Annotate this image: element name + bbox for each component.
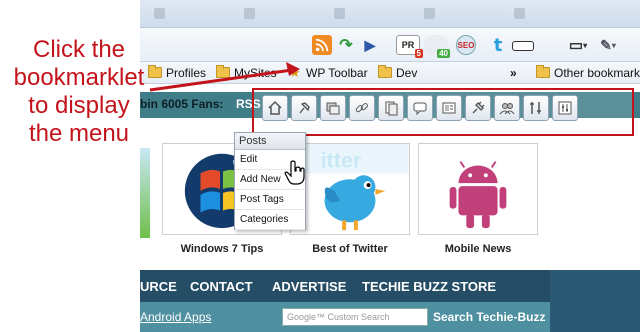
annotation-line: the menu [28,120,130,147]
fans-counter-badge[interactable]: 40 [424,35,450,58]
pages-icon[interactable] [378,95,404,121]
bookmark-label: Dev [396,66,418,80]
pagerank-badge[interactable]: PR 5 [396,35,423,58]
folder-icon [536,65,550,78]
thumbnail-partial[interactable] [140,148,150,238]
menu-item-post-tags[interactable]: Post Tags [235,190,305,210]
nav-item-store[interactable]: TECHIE BUZZ STORE [362,279,496,294]
thumbnail-caption[interactable]: Windows 7 Tips [162,243,282,255]
ruler-icon[interactable] [512,41,534,51]
link-icon[interactable] [349,95,375,121]
settings-icon[interactable] [552,95,578,121]
refresh-icon[interactable]: ↷ [336,35,356,55]
site-nav-bar: URCE CONTACT ADVERTISE TECHIE BUZZ STORE [140,270,550,302]
annotation-text: Click the bookmarklet to display the men… [4,36,154,148]
browser-tab[interactable] [150,3,240,25]
menu-title: Posts [235,133,305,150]
wp-toolbar [262,92,628,124]
bookmark-folder-dev[interactable]: Dev [378,65,417,81]
bookmark-folder-profiles[interactable]: Profiles [148,65,206,81]
comments-icon[interactable] [407,95,433,121]
bookmarks-bar: Profiles MySites ★ WP Toolbar Dev » Othe… [140,62,640,84]
browser-tab[interactable] [330,3,420,25]
twitter-icon[interactable]: t [488,35,508,56]
nav-item-resource[interactable]: URCE [140,279,177,294]
folder-icon [378,65,392,78]
annotation-line: bookmarklet [13,64,145,91]
fans-badge-value: 40 [437,49,450,58]
annotation-line: to display [28,92,130,119]
search-input[interactable]: Google™ Custom Search [282,308,428,326]
seo-label: SEO [457,40,475,50]
thumbnail-caption[interactable]: Best of Twitter [290,243,410,255]
twitter-bird: itter [291,144,409,231]
site-sub-bar: Android Apps Google™ Custom Search Searc… [140,302,550,332]
browser-tab-strip [140,0,640,28]
tools-icon[interactable] [523,95,549,121]
users-icon[interactable] [494,95,520,121]
media-icon[interactable] [320,95,346,121]
bookmark-folder-other[interactable]: Other bookmarks [536,65,640,81]
bookmarks-overflow-chevron[interactable]: » [510,65,517,81]
thumbnail-android[interactable] [418,143,538,235]
thumbnail-twitter[interactable]: itter [290,143,410,235]
menu-item-categories[interactable]: Categories [235,210,305,230]
wrench-menu-icon[interactable]: ✎ ▾ [598,35,618,55]
plugins-icon[interactable] [465,95,491,121]
pin-icon[interactable] [291,95,317,121]
overflow-chevron-label: » [510,66,517,80]
play-icon[interactable]: ▶ [360,35,380,55]
nav-item-advertise[interactable]: ADVERTISE [272,279,346,294]
home-icon[interactable] [262,95,288,121]
pagerank-value: 5 [414,49,423,58]
annotation-line: Click the [32,36,126,63]
bookmarklet-wp-toolbar[interactable]: ★ WP Toolbar [288,65,368,81]
browser-toolbar: ↷ ▶ PR 5 40 SEO t ▭ ▾ ✎ ▾ [140,28,640,62]
bookmark-label: WP Toolbar [306,66,368,80]
bookmark-label: Other bookmarks [554,66,640,80]
rss-icon[interactable] [312,35,332,55]
appearance-icon[interactable] [436,95,462,121]
android-apps-link[interactable]: Android Apps [140,310,211,324]
svg-text:itter: itter [321,148,362,172]
pagerank-label: PR [401,40,415,50]
nav-item-contact[interactable]: CONTACT [190,279,253,294]
thumbnail-caption[interactable]: Mobile News [418,243,538,255]
browser-tab[interactable] [240,3,330,25]
bookmark-label: Profiles [166,66,207,80]
star-bookmark-icon: ★ [289,65,301,80]
bookmark-folder-mysites[interactable]: MySites [216,65,277,81]
seo-icon[interactable]: SEO [456,35,476,55]
search-button[interactable]: Search Techie-Buzz [433,310,545,324]
page-menu-icon[interactable]: ▭ ▾ [568,35,588,55]
browser-tab[interactable] [420,3,510,25]
folder-icon [216,65,230,78]
android-robot [449,161,507,229]
browser-tab[interactable] [510,3,600,25]
site-nav-bar-end [550,270,640,332]
hand-cursor-icon [284,160,305,185]
bookmark-label: MySites [234,66,277,80]
